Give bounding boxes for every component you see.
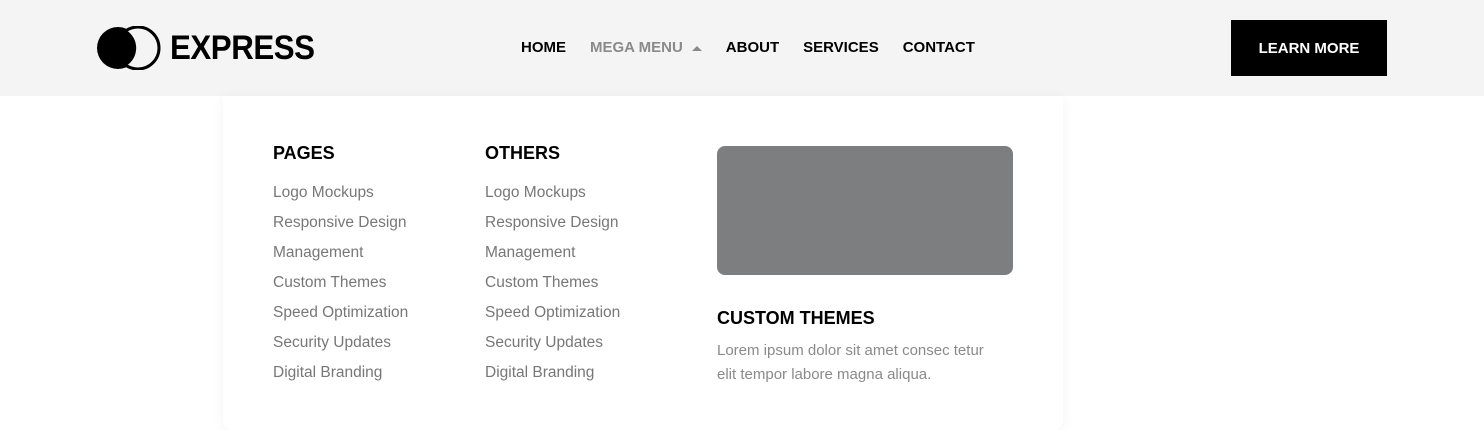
site-header: EXPRESS HOME MEGA MENU ABOUT SERVICES CO… <box>0 0 1484 96</box>
others-link-security-updates[interactable]: Security Updates <box>485 328 620 358</box>
pages-title: PAGES <box>273 143 335 163</box>
pages-link-management[interactable]: Management <box>273 238 408 268</box>
nav-about[interactable]: ABOUT <box>726 38 779 58</box>
feature-description: Lorem ipsum dolor sit amet consec tetur … <box>717 342 984 383</box>
nav-about-label: ABOUT <box>725 39 780 56</box>
pages-link-security-updates[interactable]: Security Updates <box>273 328 408 358</box>
feature-card: CUSTOM THEMES Lorem ipsum dolor sit amet… <box>717 146 1013 387</box>
double-circle-logo-icon <box>97 26 161 70</box>
others-link-custom-themes[interactable]: Custom Themes <box>485 268 620 298</box>
others-title: OTHERS <box>485 143 561 163</box>
others-link-responsive-design[interactable]: Responsive Design <box>485 208 620 238</box>
learn-more-button[interactable]: LEARN MORE <box>1231 20 1387 76</box>
nav-mega-menu[interactable]: MEGA MENU <box>590 38 702 58</box>
nav-services[interactable]: SERVICES <box>803 38 879 58</box>
nav-services-label: SERVICES <box>803 39 879 56</box>
caret-up-icon <box>691 45 702 51</box>
feature-title: CUSTOM THEMES <box>717 308 875 328</box>
nav-home[interactable]: HOME <box>521 38 566 58</box>
pages-link-digital-branding[interactable]: Digital Branding <box>273 358 408 388</box>
nav-contact-label: CONTACT <box>902 39 975 56</box>
pages-link-speed-optimization[interactable]: Speed Optimization <box>273 298 408 328</box>
others-link-speed-optimization[interactable]: Speed Optimization <box>485 298 620 328</box>
nav-contact[interactable]: CONTACT <box>903 38 975 58</box>
others-column: OTHERS Logo Mockups Responsive Design Ma… <box>485 142 620 388</box>
feature-image-placeholder[interactable] <box>717 146 1013 275</box>
others-link-management[interactable]: Management <box>485 238 620 268</box>
pages-link-responsive-design[interactable]: Responsive Design <box>273 208 408 238</box>
nav-mega-menu-label: MEGA MENU <box>590 39 683 56</box>
pages-link-custom-themes[interactable]: Custom Themes <box>273 268 408 298</box>
logo[interactable]: EXPRESS <box>96 26 327 70</box>
pages-links: Logo Mockups Responsive Design Managemen… <box>273 178 408 388</box>
others-links: Logo Mockups Responsive Design Managemen… <box>485 178 620 388</box>
nav-home-label: HOME <box>521 39 566 56</box>
main-nav: HOME MEGA MENU ABOUT SERVICES CONTACT <box>521 38 999 58</box>
logo-text: EXPRESS <box>170 29 315 67</box>
others-link-logo-mockups[interactable]: Logo Mockups <box>485 178 620 208</box>
pages-column: PAGES Logo Mockups Responsive Design Man… <box>273 142 408 388</box>
others-link-digital-branding[interactable]: Digital Branding <box>485 358 620 388</box>
mega-menu-dropdown: PAGES Logo Mockups Responsive Design Man… <box>223 96 1063 430</box>
pages-link-logo-mockups[interactable]: Logo Mockups <box>273 178 408 208</box>
